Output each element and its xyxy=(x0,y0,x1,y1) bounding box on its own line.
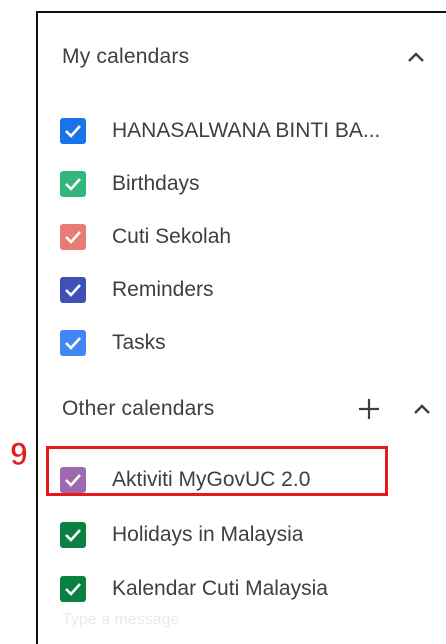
calendar-item-label: Reminders xyxy=(112,278,214,301)
highlight-box xyxy=(46,446,388,496)
other-calendars-header[interactable]: Other calendars xyxy=(62,389,446,429)
calendar-item-hanasalwana[interactable]: HANASALWANA BINTI BA... xyxy=(60,111,446,151)
calendar-item-label: Holidays in Malaysia xyxy=(112,523,304,546)
chevron-up-icon[interactable] xyxy=(408,395,436,423)
calendar-item-kalendar-cuti[interactable]: Kalendar Cuti Malaysia xyxy=(60,569,446,609)
plus-icon[interactable] xyxy=(354,394,384,424)
calendar-item-birthdays[interactable]: Birthdays xyxy=(60,164,446,204)
other-calendars-title: Other calendars xyxy=(62,397,215,420)
check-icon[interactable] xyxy=(60,224,86,250)
faded-placeholder-text: Type a message xyxy=(62,611,180,628)
calendar-item-label: Tasks xyxy=(112,331,166,354)
check-icon[interactable] xyxy=(60,277,86,303)
calendar-item-label: Birthdays xyxy=(112,172,200,195)
calendar-item-label: Kalendar Cuti Malaysia xyxy=(112,577,328,600)
calendar-item-label: Cuti Sekolah xyxy=(112,225,232,248)
step-number-label: 9 xyxy=(10,436,29,473)
my-calendars-title: My calendars xyxy=(62,45,190,68)
calendar-item-holidays-malaysia[interactable]: Holidays in Malaysia xyxy=(60,515,446,555)
check-icon[interactable] xyxy=(60,171,86,197)
check-icon[interactable] xyxy=(60,522,86,548)
check-icon[interactable] xyxy=(60,330,86,356)
calendar-list-panel: My calendars HANASALWANA BINTI BA... Bir… xyxy=(36,11,446,644)
calendar-item-label: HANASALWANA BINTI BA... xyxy=(112,119,381,142)
calendar-item-tasks[interactable]: Tasks xyxy=(60,323,446,363)
my-calendars-header[interactable]: My calendars xyxy=(62,37,446,77)
calendar-item-reminders[interactable]: Reminders xyxy=(60,270,446,310)
screenshot-stage: My calendars HANASALWANA BINTI BA... Bir… xyxy=(0,0,446,644)
check-icon[interactable] xyxy=(60,118,86,144)
calendar-item-cuti-sekolah[interactable]: Cuti Sekolah xyxy=(60,217,446,257)
check-icon[interactable] xyxy=(60,576,86,602)
chevron-up-icon[interactable] xyxy=(402,43,430,71)
